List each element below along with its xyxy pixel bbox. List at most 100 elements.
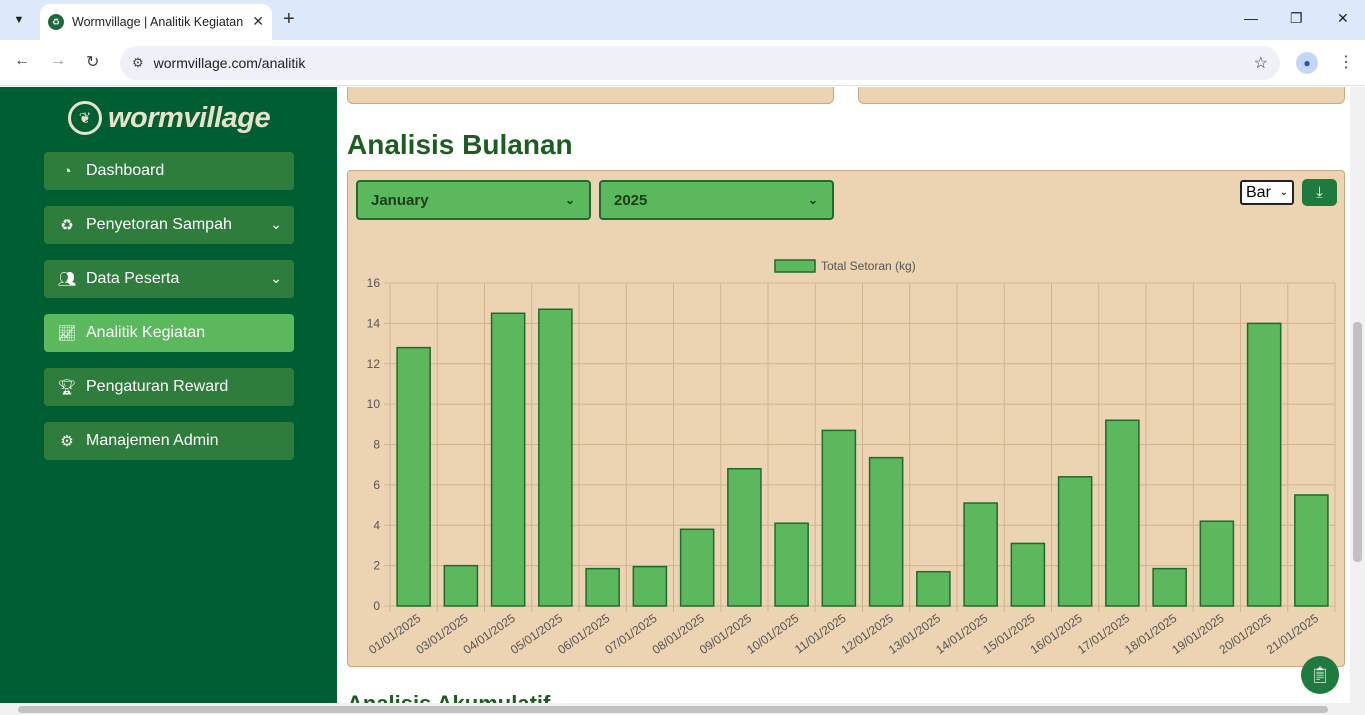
top-card-right: [858, 87, 1345, 104]
top-card-left: [347, 87, 834, 104]
trophy-icon: 🏆︎: [57, 379, 77, 396]
chart-line-icon: 📈︎: [57, 325, 77, 342]
chart-bar: [963, 502, 998, 607]
x-tick-label: 19/01/2025: [1169, 611, 1226, 657]
x-tick-label: 14/01/2025: [933, 611, 990, 657]
sidebar-item-analitik-kegiatan[interactable]: 📈︎ Analitik Kegiatan: [44, 314, 294, 352]
x-tick-label: 13/01/2025: [886, 611, 943, 657]
x-tick-label: 04/01/2025: [461, 611, 518, 657]
y-tick-label: 2: [373, 559, 380, 573]
y-tick-label: 6: [373, 478, 380, 492]
horizontal-scroll-thumb[interactable]: [18, 706, 1328, 713]
sidebar-item-pengaturan-reward[interactable]: 🏆︎ Pengaturan Reward: [44, 368, 294, 406]
vertical-scroll-thumb[interactable]: [1353, 322, 1362, 562]
clipboard-icon[interactable]: 📋︎: [1301, 656, 1339, 694]
x-tick-label: 06/01/2025: [555, 611, 612, 657]
forward-icon[interactable]: →: [50, 52, 66, 70]
y-tick-label: 14: [367, 316, 381, 330]
chart-bar: [916, 570, 951, 607]
bookmark-star-icon[interactable]: ☆: [1254, 53, 1268, 73]
chart-bar: [1152, 567, 1187, 607]
chevron-down-icon: ⌄: [270, 270, 282, 286]
tab-search-icon[interactable]: ▼: [6, 7, 32, 33]
y-tick-label: 4: [373, 518, 380, 532]
chart-bar: [727, 467, 762, 607]
chart-bar: [868, 456, 904, 607]
main-content: Analisis Bulanan January ⌄ 2025 ⌄ Bar ⌄ …: [337, 87, 1350, 703]
chart-bar: [821, 429, 857, 607]
browser-tab-bar: ▼ ♻ Wormvillage | Analitik Kegiatan ✕ + …: [0, 0, 1365, 40]
sidebar-item-label: Manajemen Admin: [86, 432, 219, 449]
x-tick-label: 18/01/2025: [1122, 611, 1179, 657]
next-section-title: Analisis Akumulatif: [347, 691, 550, 703]
legend-swatch: [774, 259, 816, 273]
monthly-bar-chart: 0 2 4 6 8 10 12 14 16 01/01/202503/01/202504/01/2…: [366, 259, 1336, 657]
x-tick-label: 01/01/2025: [366, 611, 423, 657]
y-tick-label: 12: [367, 357, 381, 371]
profile-avatar-icon[interactable]: ●: [1296, 52, 1318, 74]
back-icon[interactable]: ←: [14, 52, 30, 70]
users-icon: 👥︎: [57, 271, 77, 288]
chart-bar: [1105, 419, 1140, 607]
chart-bar: [1010, 542, 1046, 607]
sidebar-item-manajemen-admin[interactable]: ⚙ Manajemen Admin: [44, 422, 294, 460]
chart-bar: [1294, 494, 1329, 607]
x-tick-label: 16/01/2025: [1028, 611, 1085, 657]
url-text: wormvillage.com/analitik: [153, 55, 306, 71]
sidebar-item-label: Data Peserta: [86, 270, 180, 287]
chart-bar: [490, 312, 526, 607]
horizontal-scrollbar[interactable]: [0, 703, 1365, 715]
chart-bar: [774, 522, 809, 607]
logo-text: wormvillage: [108, 101, 271, 134]
chart-bar: [1246, 322, 1282, 607]
x-tick-label: 21/01/2025: [1264, 611, 1321, 657]
x-tick-label: 12/01/2025: [839, 611, 896, 657]
sidebar-item-label: Penyetoran Sampah: [86, 216, 232, 233]
sidebar-item-penyetoran-sampah[interactable]: ♻ Penyetoran Sampah ⌄: [44, 206, 294, 244]
logo[interactable]: ❦ wormvillage: [68, 101, 271, 135]
x-tick-label: 10/01/2025: [744, 611, 801, 657]
reload-icon[interactable]: ↻: [86, 52, 99, 72]
chart-bar: [396, 346, 431, 607]
sidebar-item-label: Dashboard: [86, 162, 165, 179]
address-bar[interactable]: ⚙ wormvillage.com/analitik ☆: [120, 46, 1280, 80]
chart-bar: [1199, 520, 1235, 607]
user-gear-icon: ⚙: [60, 433, 74, 450]
logo-icon: ❦: [68, 101, 102, 135]
favicon-icon: ♻: [48, 14, 64, 30]
chart-bar: [679, 528, 715, 607]
site-info-icon[interactable]: ⚙: [132, 55, 144, 71]
tab-title: Wormvillage | Analitik Kegiatan: [72, 15, 244, 29]
close-tab-icon[interactable]: ✕: [252, 13, 264, 30]
x-tick-label: 20/01/2025: [1217, 611, 1274, 657]
chart-bar: [1057, 476, 1093, 607]
browser-tab[interactable]: ♻ Wormvillage | Analitik Kegiatan ✕: [40, 4, 272, 40]
chart-bar: [585, 567, 620, 607]
sidebar: ❦ wormvillage ◔ Dashboard ♻ Penyetoran S…: [0, 87, 337, 715]
browser-menu-icon[interactable]: ⋮: [1338, 52, 1354, 72]
x-tick-label: 09/01/2025: [697, 611, 754, 657]
x-tick-label: 03/01/2025: [413, 611, 470, 657]
x-tick-label: 17/01/2025: [1075, 611, 1132, 657]
minimize-icon[interactable]: —: [1244, 10, 1258, 26]
sidebar-item-dashboard[interactable]: ◔ Dashboard: [44, 152, 294, 190]
x-tick-label: 15/01/2025: [980, 611, 1037, 657]
close-window-icon[interactable]: ✕: [1337, 10, 1349, 27]
chart-bar: [632, 565, 668, 607]
new-tab-icon[interactable]: +: [283, 8, 295, 30]
x-tick-label: 05/01/2025: [508, 611, 565, 657]
browser-toolbar: ← → ↻ ⚙ wormvillage.com/analitik ☆: [0, 40, 1365, 86]
vertical-scrollbar[interactable]: [1350, 87, 1365, 703]
y-tick-label: 10: [367, 397, 381, 411]
restore-icon[interactable]: ❐: [1290, 10, 1303, 27]
gauge-icon: ◔: [62, 162, 72, 180]
y-tick-label: 0: [373, 599, 380, 613]
x-tick-label: 08/01/2025: [650, 611, 707, 657]
sidebar-item-data-peserta[interactable]: 👥︎ Data Peserta ⌄: [44, 260, 294, 298]
y-tick-label: 8: [373, 438, 380, 452]
chart-bar: [443, 564, 479, 607]
y-tick-label: 16: [367, 276, 381, 290]
chart-bar: [538, 308, 573, 607]
chevron-down-icon: ⌄: [270, 216, 282, 232]
monthly-analysis-panel: January ⌄ 2025 ⌄ Bar ⌄ ⤓ 0 2 4 6 8 10 12 14 16 01…: [347, 170, 1345, 667]
